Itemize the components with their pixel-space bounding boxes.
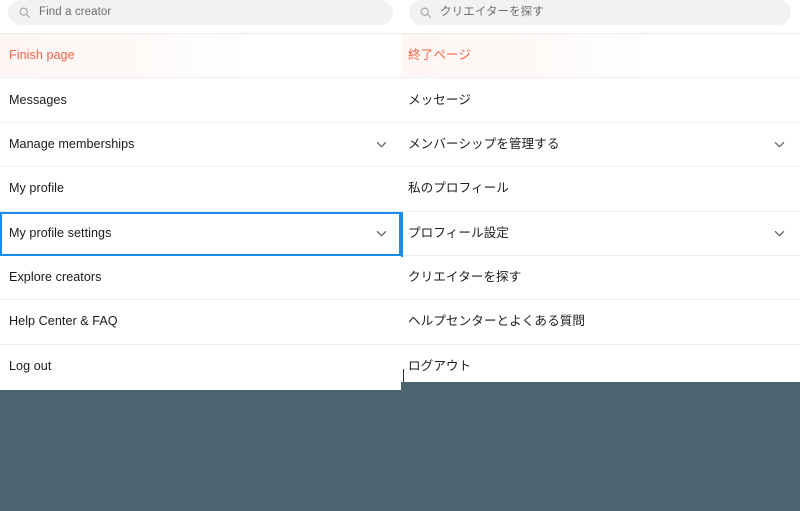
chevron-down-icon[interactable] [772,137,787,152]
search-spacer-english [0,25,401,33]
search-bar-japanese: クリエイターを探す [401,0,800,25]
menu-item-my-profile-ja[interactable]: 私のプロフィール [401,167,800,212]
menu-item-finish-page-ja[interactable]: 終了ページ [401,34,800,79]
menu-list-japanese: 終了ページ メッセージ メンバーシップを管理する 私のプロフィール プロフィール… [401,33,800,382]
menu-item-messages-ja[interactable]: メッセージ [401,78,800,123]
menu-item-log-out[interactable]: Log out [0,344,401,390]
menu-item-label: クリエイターを探す [408,270,522,285]
search-icon [420,7,431,18]
menu-item-label: 終了ページ [408,48,471,63]
chevron-down-icon[interactable] [374,137,389,152]
menu-item-my-profile-settings[interactable]: My profile settings [0,211,401,256]
menu-item-label: Help Center & FAQ [9,314,118,329]
search-input-english[interactable]: Find a creator [8,0,393,25]
menu-item-label: Finish page [9,48,75,63]
menu-list-english: Finish page Messages Manage memberships … [0,33,401,390]
menu-item-explore-creators-ja[interactable]: クリエイターを探す [401,255,800,301]
menu-item-label: My profile settings [9,225,112,240]
menu-item-finish-page[interactable]: Finish page [0,34,401,79]
menu-panel-english: Find a creator Finish page Messages Mana… [0,0,401,390]
menu-item-label: My profile [9,181,65,196]
menu-item-explore-creators[interactable]: Explore creators [0,255,401,301]
menu-item-my-profile-settings-ja[interactable]: プロフィール設定 [401,211,800,256]
menu-item-label: Messages [9,92,67,107]
screen: Find a creator Finish page Messages Mana… [0,0,800,511]
menu-item-label: メンバーシップを管理する [408,136,560,151]
search-placeholder-japanese: クリエイターを探す [440,5,544,18]
menu-item-label: Manage memberships [9,136,135,151]
search-bar-english: Find a creator [0,0,401,25]
chevron-down-icon[interactable] [374,226,389,241]
search-spacer-japanese [401,25,800,33]
search-placeholder-english: Find a creator [39,5,112,18]
search-input-japanese[interactable]: クリエイターを探す [409,0,791,25]
menu-item-manage-memberships[interactable]: Manage memberships [0,122,401,168]
menu-item-label: ヘルプセンターとよくある質問 [408,314,586,329]
menu-item-help-center-faq-ja[interactable]: ヘルプセンターとよくある質問 [401,300,800,345]
text-cursor [403,369,404,382]
menu-item-manage-memberships-ja[interactable]: メンバーシップを管理する [401,122,800,168]
search-icon [19,7,30,18]
menu-item-label: メッセージ [408,92,471,107]
menu-item-log-out-ja[interactable]: ログアウト [401,344,800,382]
focus-ring-edge [401,212,403,257]
menu-item-label: 私のプロフィール [408,181,509,196]
menu-item-label: Explore creators [9,270,102,285]
menu-item-messages[interactable]: Messages [0,78,401,123]
menu-item-label: Log out [9,359,52,374]
menu-item-label: プロフィール設定 [408,225,509,240]
chevron-down-icon[interactable] [772,226,787,241]
menu-item-my-profile[interactable]: My profile [0,167,401,212]
menu-panel-japanese: クリエイターを探す 終了ページ メッセージ メンバーシップを管理する 私のプロフ… [401,0,800,382]
menu-item-help-center-faq[interactable]: Help Center & FAQ [0,300,401,345]
menu-item-label: ログアウト [408,359,472,374]
